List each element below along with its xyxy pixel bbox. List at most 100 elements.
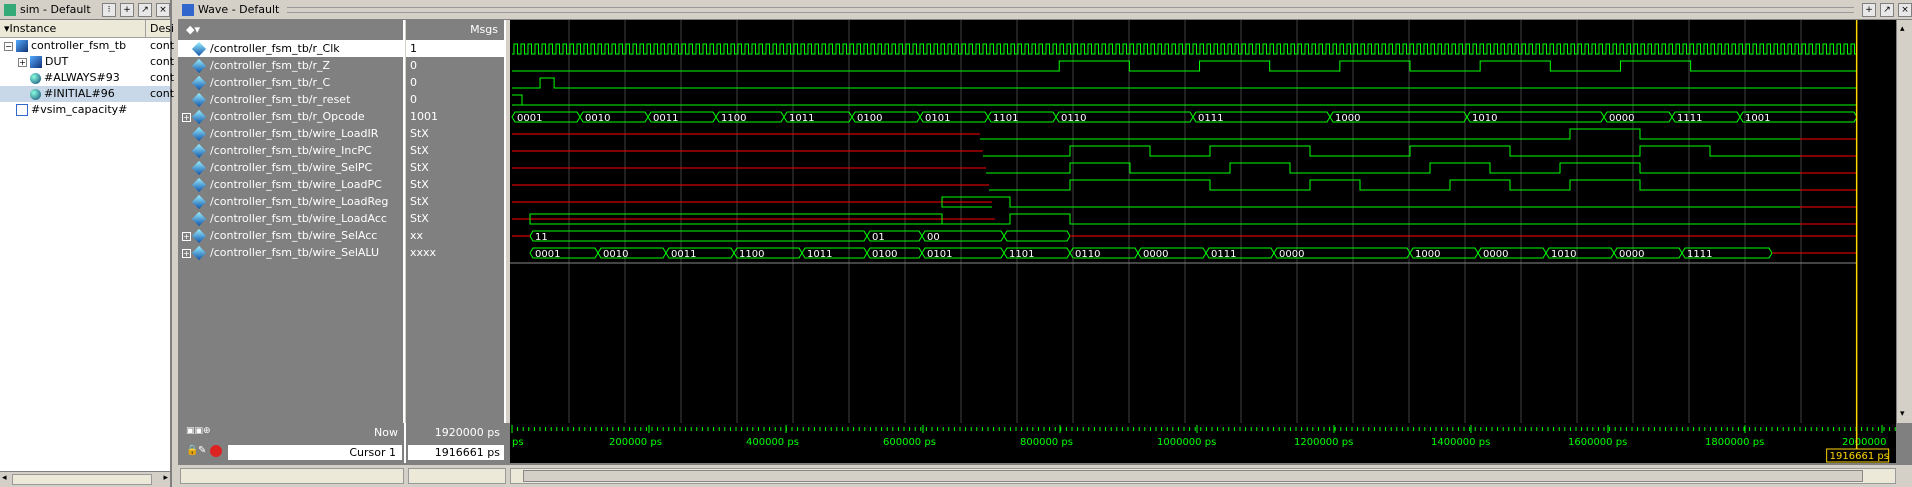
now-value: 1920000 ps xyxy=(434,426,500,439)
wave-hscroll[interactable] xyxy=(510,468,1896,484)
signal-value: xxxx xyxy=(410,246,437,259)
capacity-icon xyxy=(16,104,28,116)
signal-row[interactable]: /controller_fsm_tb/r_Z xyxy=(178,57,403,74)
wave-toolbar-icon[interactable]: ◆▾ xyxy=(178,20,403,40)
expand-icon[interactable]: + xyxy=(18,57,27,67)
lock-icon[interactable]: 🔒 xyxy=(186,445,198,456)
signal-icon xyxy=(191,92,207,108)
bus-label: 1011 xyxy=(789,113,814,124)
remove-cursor-icon[interactable] xyxy=(210,445,222,457)
value-list: 1 0 0 0 1001 StX StX StX StX StX StX xx xxxx xyxy=(406,40,504,261)
close-icon[interactable]: × xyxy=(156,2,170,17)
tree-item[interactable]: #INITIAL#96 cont xyxy=(0,86,174,102)
module-icon xyxy=(16,40,28,52)
tree-item-design: cont xyxy=(150,71,175,84)
signal-icon xyxy=(191,126,207,142)
signal-name-column: ◆▾ /controller_fsm_tb/r_Clk/controller_f… xyxy=(178,20,405,423)
bus-label: 0001 xyxy=(535,249,560,260)
pen-icon[interactable]: ✎ xyxy=(198,445,206,456)
module-icon xyxy=(30,56,42,68)
signal-list: /controller_fsm_tb/r_Clk/controller_fsm_… xyxy=(178,40,403,261)
sim-hscroll[interactable]: ◂ ▸ xyxy=(0,471,170,487)
bus-label: 0110 xyxy=(1061,113,1086,124)
signal-row[interactable]: /controller_fsm_tb/wire_LoadPC xyxy=(178,176,403,193)
signal-row[interactable]: + /controller_fsm_tb/r_Opcode xyxy=(178,108,403,125)
cursor-tool-icons[interactable]: ▣▣⊕ xyxy=(186,426,211,436)
tree-item[interactable]: + DUT cont xyxy=(0,54,174,70)
bus-label: 0111 xyxy=(1198,113,1223,124)
time-ruler[interactable]: ps 200000 ps 400000 ps 600000 ps 800000 ps 10… xyxy=(510,423,1896,463)
signal-row[interactable]: /controller_fsm_tb/wire_SelPC xyxy=(178,159,403,176)
wave-icon xyxy=(182,3,194,16)
design-column-header[interactable]: Desi xyxy=(146,20,174,37)
tree-item[interactable]: #vsim_capacity# xyxy=(0,102,170,118)
signal-row[interactable]: /controller_fsm_tb/wire_IncPC xyxy=(178,142,403,159)
sim-header: ▾Instance Desi xyxy=(0,20,174,38)
signal-icon xyxy=(191,41,207,57)
signal-row[interactable]: /controller_fsm_tb/r_Clk xyxy=(178,40,403,57)
bus-segment xyxy=(1003,230,1071,242)
bus-label: 0111 xyxy=(1211,249,1236,260)
wave-pane: Wave - Default + ↗ × ◆▾ /controller_fsm_… xyxy=(178,0,1912,487)
signal-row[interactable]: /controller_fsm_tb/wire_LoadReg xyxy=(178,193,403,210)
dock-icon[interactable]: ⁝ xyxy=(102,2,116,17)
bus-label: 0000 xyxy=(1609,113,1634,124)
signal-icon xyxy=(191,75,207,91)
undock-icon[interactable]: ↗ xyxy=(138,2,152,17)
collapse-icon[interactable]: − xyxy=(4,41,13,51)
expand-icon[interactable]: + xyxy=(182,112,191,122)
sim-pane: sim - Default ⁝ + ↗ × ▾Instance Desi − co… xyxy=(0,0,174,487)
signal-row[interactable]: /controller_fsm_tb/wire_LoadIR xyxy=(178,125,403,142)
cursor-row-label: 🔒 ✎ Cursor 1 xyxy=(178,443,406,463)
bus-segment xyxy=(529,230,868,242)
signal-value: xx xyxy=(410,229,424,242)
maximize-icon[interactable]: + xyxy=(1862,2,1876,17)
tree-item-label: DUT xyxy=(45,55,69,68)
signal-row[interactable]: /controller_fsm_tb/r_C xyxy=(178,74,403,91)
undock-icon[interactable]: ↗ xyxy=(1880,2,1894,17)
digital-wave xyxy=(980,128,1800,140)
bus-label: 0011 xyxy=(653,113,678,124)
signal-row[interactable]: + /controller_fsm_tb/wire_SelALU xyxy=(178,244,403,261)
signal-row[interactable]: /controller_fsm_tb/r_reset xyxy=(178,91,403,108)
ruler-label: 800000 ps xyxy=(1020,437,1073,448)
bus-label: 0110 xyxy=(1075,249,1100,260)
tree-item-label: #INITIAL#96 xyxy=(44,87,115,100)
values-hscroll[interactable] xyxy=(408,468,506,484)
bus-label: 0011 xyxy=(671,249,696,260)
bus-label: 01 xyxy=(872,232,885,243)
tree-item[interactable]: #ALWAYS#93 cont xyxy=(0,70,174,86)
ruler-label: 400000 ps xyxy=(746,437,799,448)
cursor-label[interactable]: Cursor 1 xyxy=(228,445,402,460)
msgs-header: Msgs xyxy=(470,23,498,36)
signal-row[interactable]: /controller_fsm_tb/wire_LoadAcc xyxy=(178,210,403,227)
bus-label: 1001 xyxy=(1745,113,1770,124)
bus-label: 1011 xyxy=(807,249,832,260)
digital-wave xyxy=(983,145,1800,157)
expand-icon[interactable]: + xyxy=(182,231,191,241)
bottom-scrollbars[interactable] xyxy=(178,465,1912,487)
tree-item[interactable]: − controller_fsm_tb cont xyxy=(0,38,174,54)
bus-label: 0000 xyxy=(1483,249,1508,260)
names-hscroll[interactable] xyxy=(180,468,404,484)
now-label: Now xyxy=(374,426,398,439)
cursor-bar: ▣▣⊕ Now 1920000 ps 🔒 ✎ Cursor 1 1916661 … xyxy=(178,423,1912,487)
sim-title: sim - Default xyxy=(20,3,91,16)
signal-name: /controller_fsm_tb/r_Z xyxy=(210,59,331,72)
tree-item-label: #vsim_capacity# xyxy=(31,103,128,116)
instance-column-header[interactable]: ▾Instance xyxy=(0,20,146,37)
signal-icon xyxy=(191,143,207,159)
signal-icon xyxy=(191,177,207,193)
time-ruler-svg: ps 200000 ps 400000 ps 600000 ps 800000 ps 10… xyxy=(511,423,1896,463)
signal-row[interactable]: + /controller_fsm_tb/wire_SelAcc xyxy=(178,227,403,244)
maximize-icon[interactable]: + xyxy=(120,2,134,17)
signal-icon xyxy=(191,194,207,210)
wave-vscroll[interactable]: ▴ ▾ xyxy=(1896,20,1912,423)
expand-icon[interactable]: + xyxy=(182,248,191,258)
tree-item-design: cont xyxy=(150,55,175,68)
waveform-area[interactable]: 0001 0010 0011 1100 1011 0100 0101 1101 0110 0111… xyxy=(510,20,1896,423)
signal-name: /controller_fsm_tb/wire_LoadReg xyxy=(210,195,389,208)
signal-name: /controller_fsm_tb/wire_LoadPC xyxy=(210,178,382,191)
close-icon[interactable]: × xyxy=(1898,2,1912,17)
value-column: Msgs 1 0 0 0 1001 StX StX StX StX StX StX xx xxxx xyxy=(406,20,506,423)
